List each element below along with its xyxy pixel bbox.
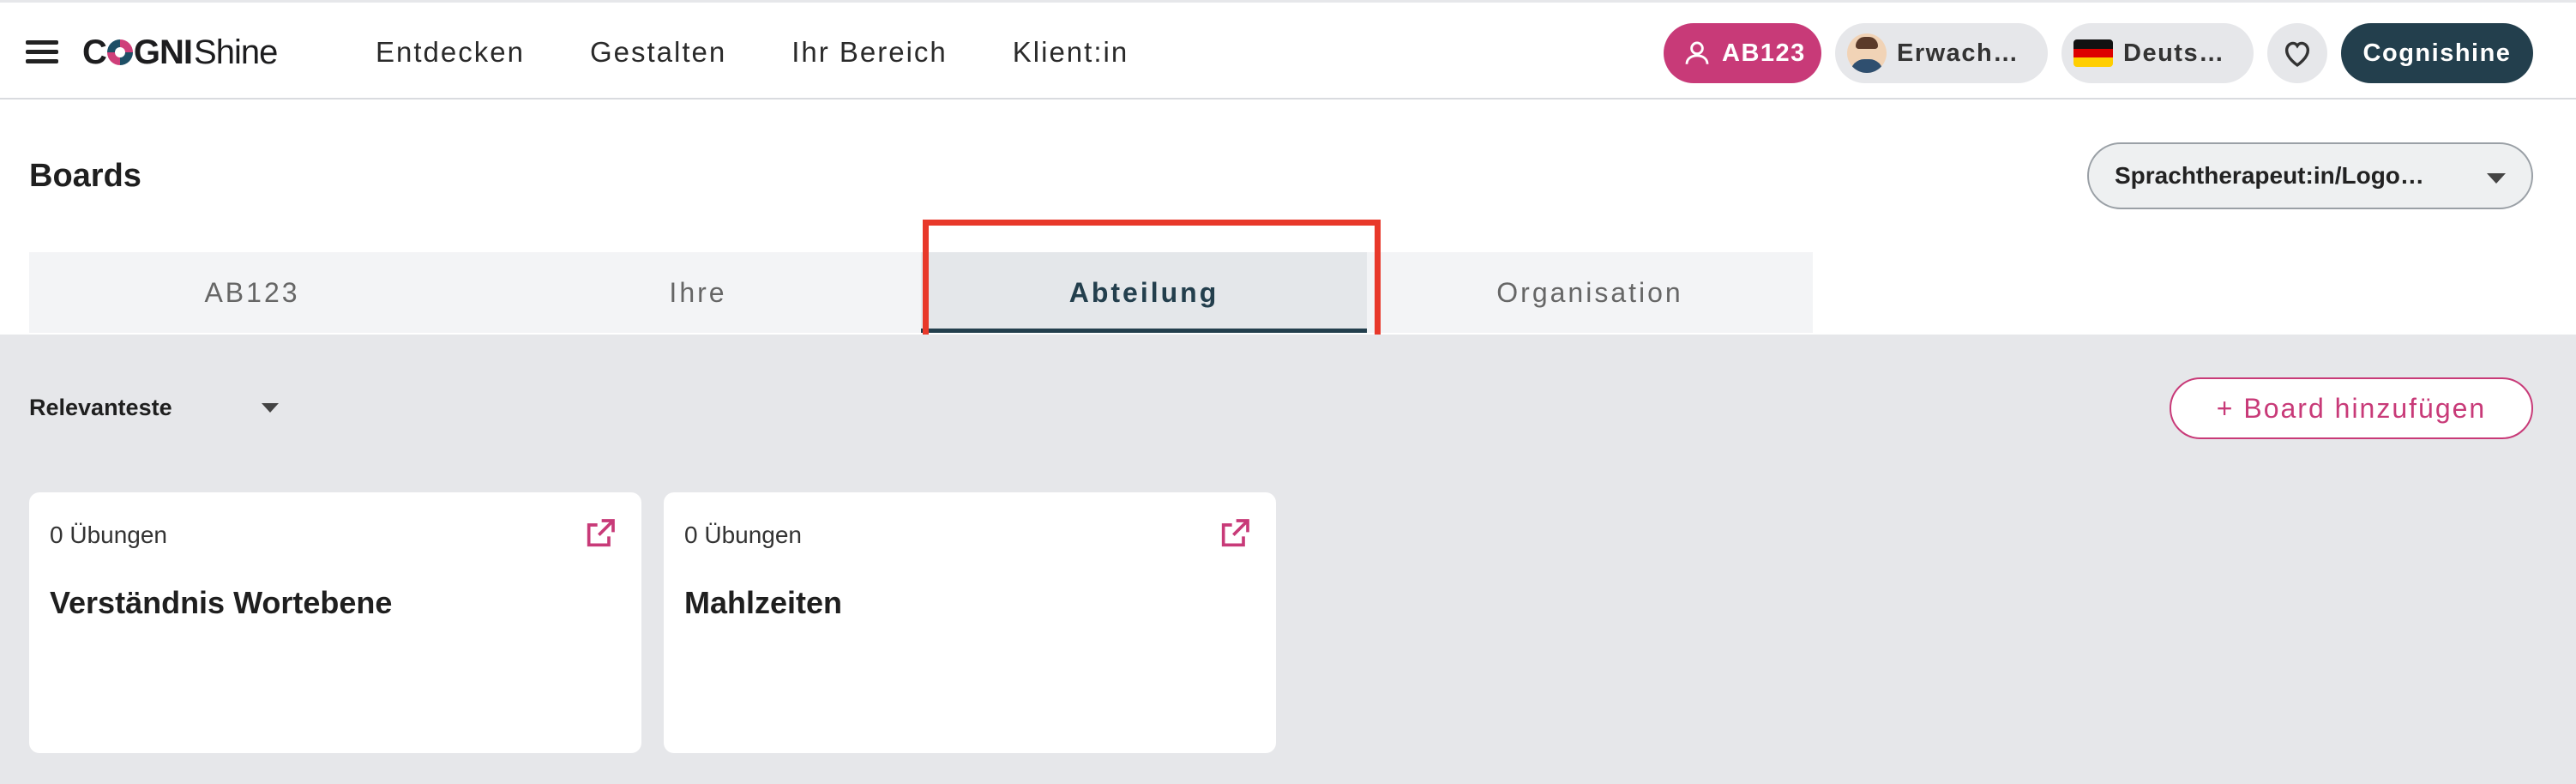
board-title: Verständnis Wortebene bbox=[50, 585, 393, 620]
logo-o-mark bbox=[106, 39, 133, 65]
user-icon bbox=[1685, 41, 1709, 64]
logo-shine: Shine bbox=[194, 33, 278, 71]
audience-label: Erwach… bbox=[1897, 39, 2019, 67]
main-nav: Entdecken Gestalten Ihr Bereich Klient:i… bbox=[376, 3, 1194, 102]
board-card[interactable]: 0 Übungen Verständnis Wortebene bbox=[29, 492, 641, 753]
board-scope-tabs: AB123 Ihre Abteilung Organisation bbox=[29, 252, 1813, 333]
board-card[interactable]: 0 Übungen Mahlzeiten bbox=[664, 492, 1276, 753]
language-select[interactable]: Deuts… bbox=[2061, 23, 2254, 83]
tab-abteilung[interactable]: Abteilung bbox=[921, 252, 1367, 333]
open-external-icon[interactable] bbox=[1218, 516, 1252, 551]
audience-select[interactable]: Erwach… bbox=[1835, 23, 2048, 83]
exercise-count: 0 Übungen bbox=[50, 522, 168, 548]
tab-organisation[interactable]: Organisation bbox=[1367, 252, 1813, 333]
nav-entdecken[interactable]: Entdecken bbox=[376, 36, 525, 69]
exercise-count: 0 Übungen bbox=[684, 522, 803, 548]
language-label: Deuts… bbox=[2123, 39, 2225, 67]
role-select-value: Sprachtherapeut:in/Logo… bbox=[2115, 162, 2424, 189]
hamburger-icon[interactable] bbox=[26, 40, 58, 64]
nav-klientin[interactable]: Klient:in bbox=[1013, 36, 1129, 69]
page-title: Boards bbox=[29, 158, 141, 194]
chevron-down-icon bbox=[2487, 173, 2506, 184]
open-external-icon[interactable] bbox=[583, 516, 617, 551]
user-account-label: AB123 bbox=[1722, 39, 1806, 67]
cognishine-button[interactable]: Cognishine bbox=[2341, 23, 2533, 83]
logo-gni: GNI bbox=[133, 33, 193, 71]
boards-content-area: Relevanteste + Board hinzufügen 0 Übunge… bbox=[0, 335, 2576, 784]
tab-ihre[interactable]: Ihre bbox=[475, 252, 921, 333]
user-account-button[interactable]: AB123 bbox=[1664, 23, 1821, 83]
logo-letter-c: C bbox=[82, 33, 107, 71]
cognishine-logo[interactable]: C GNI Shine bbox=[82, 32, 278, 73]
heart-icon bbox=[2284, 41, 2310, 67]
nav-ihr-bereich[interactable]: Ihr Bereich bbox=[791, 36, 948, 69]
board-title: Mahlzeiten bbox=[684, 585, 843, 620]
favorites-button[interactable] bbox=[2267, 23, 2327, 83]
adult-avatar-icon bbox=[1847, 33, 1887, 73]
top-navigation-bar: C GNI Shine Entdecken Gestalten Ihr Bere… bbox=[0, 0, 2576, 100]
tab-ab123[interactable]: AB123 bbox=[29, 252, 475, 333]
sort-select[interactable]: Relevanteste bbox=[29, 395, 172, 421]
nav-gestalten[interactable]: Gestalten bbox=[590, 36, 726, 69]
add-board-button[interactable]: + Board hinzufügen bbox=[2170, 377, 2533, 439]
german-flag-icon bbox=[2073, 39, 2113, 67]
role-select[interactable]: Sprachtherapeut:in/Logo… bbox=[2087, 142, 2533, 209]
chevron-down-icon[interactable] bbox=[262, 403, 279, 413]
